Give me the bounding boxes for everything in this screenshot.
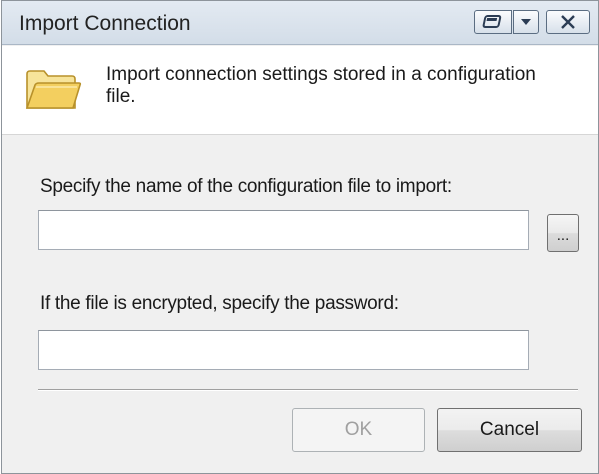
file-name-label: Specify the name of the configuration fi… <box>40 176 452 197</box>
cancel-button[interactable]: Cancel <box>437 408 582 452</box>
folder-open-icon <box>25 70 82 109</box>
password-label: If the file is encrypted, specify the pa… <box>40 293 399 314</box>
title-bar-controls <box>474 10 590 36</box>
title-bar[interactable]: Import Connection <box>2 1 598 45</box>
ok-button[interactable]: OK <box>292 408 425 452</box>
dialog-header: Import connection settings stored in a c… <box>2 46 598 135</box>
close-icon <box>561 15 575 29</box>
header-description: Import connection settings stored in a c… <box>106 64 536 107</box>
password-input[interactable] <box>38 330 529 370</box>
chevron-down-icon <box>521 19 531 25</box>
close-button[interactable] <box>546 10 590 34</box>
browse-button[interactable]: ... <box>547 214 579 252</box>
separator <box>38 389 578 391</box>
window-menu-button[interactable] <box>513 10 539 34</box>
window-title: Import Connection <box>19 12 191 35</box>
config-file-input[interactable] <box>38 210 529 250</box>
restore-icon <box>482 15 502 28</box>
import-connection-dialog: Import Connection Import connection sett… <box>1 0 599 474</box>
restore-button[interactable] <box>474 10 512 34</box>
